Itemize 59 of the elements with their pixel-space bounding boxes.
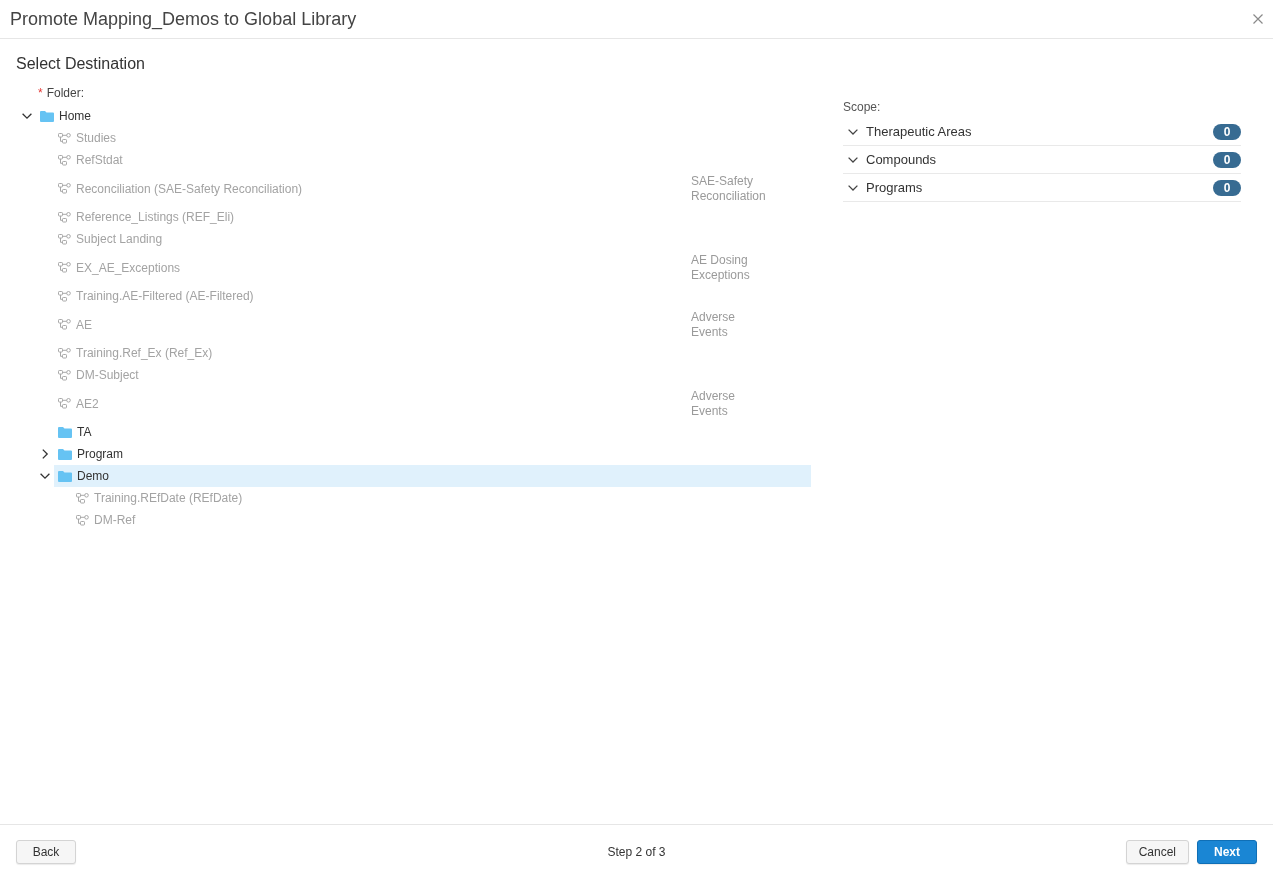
count-badge: 0 [1213, 123, 1241, 140]
chevron-icon[interactable] [40, 471, 50, 481]
node-graph-icon [76, 492, 89, 504]
node-graph-icon [58, 369, 71, 381]
item-description: SAE-Safety Reconciliation [691, 172, 767, 205]
dialog-title: Promote Mapping_Demos to Global Library [10, 8, 357, 31]
node-graph-icon [58, 319, 71, 330]
mapping-item[interactable]: Studies [54, 127, 811, 149]
field-label: * Folder: [38, 85, 85, 101]
primary-button[interactable]: Next [1197, 839, 1257, 864]
secondary-button[interactable]: Cancel [1125, 839, 1189, 864]
item-description: AE Dosing Exceptions [691, 251, 751, 284]
chevron-icon[interactable] [40, 449, 50, 459]
folder-icon [58, 426, 72, 438]
step-indicator: Step 2 of 3 [607, 843, 666, 860]
node-graph-icon [58, 233, 71, 245]
mapping-item[interactable]: DM-Subject [54, 364, 811, 386]
mapping-item[interactable]: Reconciliation (SAE-Safety Reconciliation) SAE-Safety Reconciliation [54, 171, 811, 206]
node-graph-icon [58, 398, 71, 409]
mapping-item[interactable]: Training.REfDate (REfDate) [72, 487, 811, 509]
mapping-item[interactable]: AE2 Adverse Events [54, 386, 811, 421]
mapping-item[interactable]: DM-Ref [72, 509, 811, 531]
mapping-item[interactable]: RefStdat [54, 149, 811, 171]
folder-icon [58, 448, 72, 460]
item-description: Adverse Events [691, 308, 737, 341]
scope-section[interactable]: Therapeutic Areas 0 [843, 118, 1241, 146]
folder-item[interactable]: Program [54, 443, 811, 465]
node-graph-icon [58, 154, 71, 166]
node-graph-icon [58, 347, 71, 359]
close-icon[interactable] [1253, 14, 1263, 24]
count-badge: 0 [1213, 179, 1241, 196]
chevron-icon[interactable] [22, 111, 32, 121]
scope-label: Scope: [843, 99, 881, 115]
chevron-icon[interactable] [848, 184, 858, 191]
count-badge: 0 [1213, 151, 1241, 168]
folder-item[interactable]: Demo [54, 465, 811, 487]
section-heading: Select Destination [16, 54, 145, 74]
node-graph-icon [76, 514, 89, 526]
chevron-icon[interactable] [848, 156, 858, 163]
scope-section[interactable]: Compounds 0 [843, 146, 1241, 174]
mapping-item[interactable]: EX_AE_Exceptions AE Dosing Exceptions [54, 250, 811, 285]
folder-item[interactable]: Home [36, 105, 811, 127]
item-description: Adverse Events [691, 387, 737, 420]
mapping-item[interactable]: Reference_Listings (REF_Eli) [54, 206, 811, 228]
folder-icon [58, 470, 72, 482]
node-graph-icon [58, 132, 71, 144]
node-graph-icon [58, 262, 71, 273]
scope-section[interactable]: Programs 0 [843, 174, 1241, 202]
chevron-icon[interactable] [848, 128, 858, 135]
folder-icon [40, 110, 54, 122]
mapping-item[interactable]: Training.Ref_Ex (Ref_Ex) [54, 342, 811, 364]
node-graph-icon [58, 183, 71, 194]
node-graph-icon [58, 290, 71, 302]
node-graph-icon [58, 211, 71, 223]
mapping-item[interactable]: Subject Landing [54, 228, 811, 250]
mapping-item[interactable]: Training.AE-Filtered (AE-Filtered) [54, 285, 811, 307]
mapping-item[interactable]: AE Adverse Events [54, 307, 811, 342]
secondary-button[interactable]: Back [16, 839, 76, 864]
folder-item[interactable]: TA [54, 421, 811, 443]
